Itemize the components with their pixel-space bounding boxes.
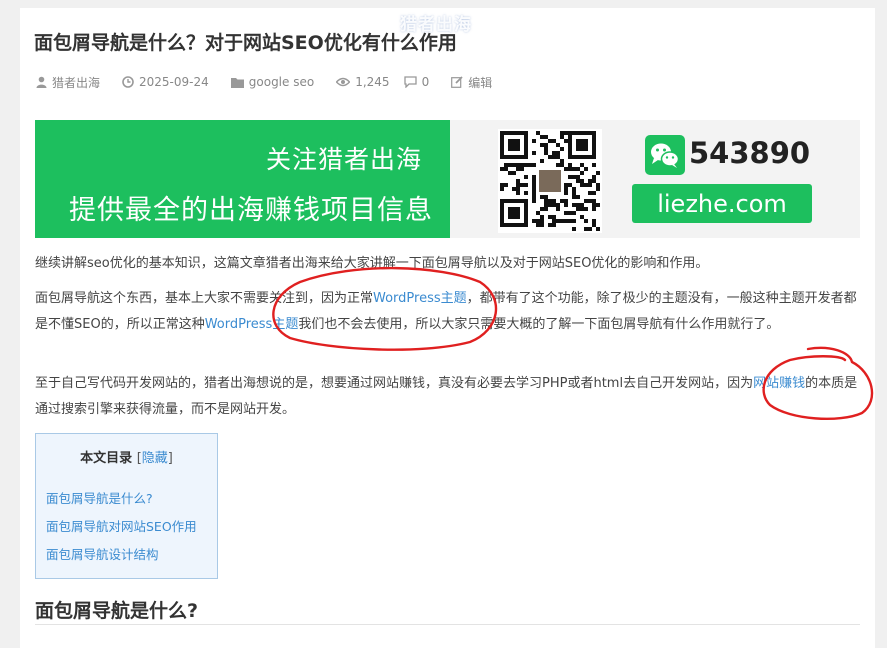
site-button[interactable]: liezhe.com (632, 184, 812, 223)
toc-item[interactable]: 面包屑导航设计结构 (46, 541, 197, 569)
comment-icon (403, 76, 417, 88)
meta-category[interactable]: google seo (230, 75, 314, 89)
toc-toggle: [隐藏] (136, 451, 173, 466)
website-money-link[interactable]: 网站赚钱 (753, 376, 805, 391)
section-divider (35, 624, 860, 625)
meta-edit[interactable]: 编辑 (451, 74, 492, 91)
category-link[interactable]: google seo (249, 75, 314, 89)
article-meta: 猎者出海 2025-09-24 google seo 1,245 0 编辑 (36, 74, 514, 90)
clock-icon (122, 76, 134, 88)
toc-title-text: 本文目录 (80, 451, 133, 466)
banner-green-panel: 关注猎者出海 提供最全的出海赚钱项目信息 (35, 120, 450, 238)
toc-item[interactable]: 面包屑导航是什么? (46, 485, 197, 513)
folder-icon (230, 77, 244, 88)
meta-date: 2025-09-24 (122, 75, 209, 89)
toc-hide-link[interactable]: 隐藏 (142, 451, 168, 466)
date-text: 2025-09-24 (139, 75, 209, 89)
meta-author[interactable]: 猎者出海 (36, 74, 100, 91)
banner-line2: 提供最全的出海赚钱项目信息 (69, 195, 433, 226)
edit-link[interactable]: 编辑 (468, 74, 492, 91)
author-link[interactable]: 猎者出海 (52, 74, 100, 91)
views-count: 1,245 (355, 75, 390, 89)
p3-text-a: 至于自己写代码开发网站的，猎者出海想说的是，想要通过网站赚钱，真没有必要去学习P… (35, 376, 754, 391)
banner-line1: 关注猎者出海 (265, 145, 422, 174)
table-of-contents: 本文目录 [隐藏] 面包屑导航是什么? 面包屑导航对网站SEO作用 面包屑导航设… (35, 433, 218, 579)
comments-link[interactable]: 0 (422, 75, 430, 89)
user-icon (36, 76, 47, 88)
paragraph-website-dev: 至于自己写代码开发网站的，猎者出海想说的是，想要通过网站赚钱，真没有必要去学习P… (35, 371, 870, 423)
toc-title: 本文目录 [隐藏] (36, 447, 217, 466)
qr-code (498, 129, 602, 233)
paragraph-wordpress: 面包屑导航这个东西，基本上大家不需要关注到，因为正常WordPress主题，都带… (35, 286, 860, 338)
section-heading: 面包屑导航是什么? (35, 600, 199, 622)
paragraph-intro: 继续讲解seo优化的基本知识，这篇文章猎者出海来给大家讲解一下面包屑导航以及对于… (35, 256, 709, 271)
wechat-icon (645, 135, 685, 175)
meta-views: 1,245 (336, 75, 390, 89)
toc-list: 面包屑导航是什么? 面包屑导航对网站SEO作用 面包屑导航设计结构 (46, 485, 197, 569)
wechat-id: 543890 (689, 136, 811, 170)
wordpress-theme-link-1[interactable]: WordPress主题 (373, 291, 467, 306)
p2-text-a: 面包屑导航这个东西，基本上大家不需要关注到，因为正常 (35, 291, 374, 306)
promo-banner[interactable]: 关注猎者出海 提供最全的出海赚钱项目信息 543890 liezhe.com (35, 120, 860, 238)
eye-icon (336, 77, 351, 87)
p2-text-c: 我们也不会去使用，所以大家只需要大概的了解一下面包屑导航有什么作用就行了。 (298, 317, 780, 332)
wordpress-theme-link-2[interactable]: WordPress主题 (205, 317, 299, 332)
article-title: 面包屑导航是什么？对于网站SEO优化有什么作用 (34, 32, 457, 54)
meta-comments[interactable]: 0 (403, 75, 430, 89)
edit-icon (451, 76, 463, 88)
toc-item[interactable]: 面包屑导航对网站SEO作用 (46, 513, 197, 541)
